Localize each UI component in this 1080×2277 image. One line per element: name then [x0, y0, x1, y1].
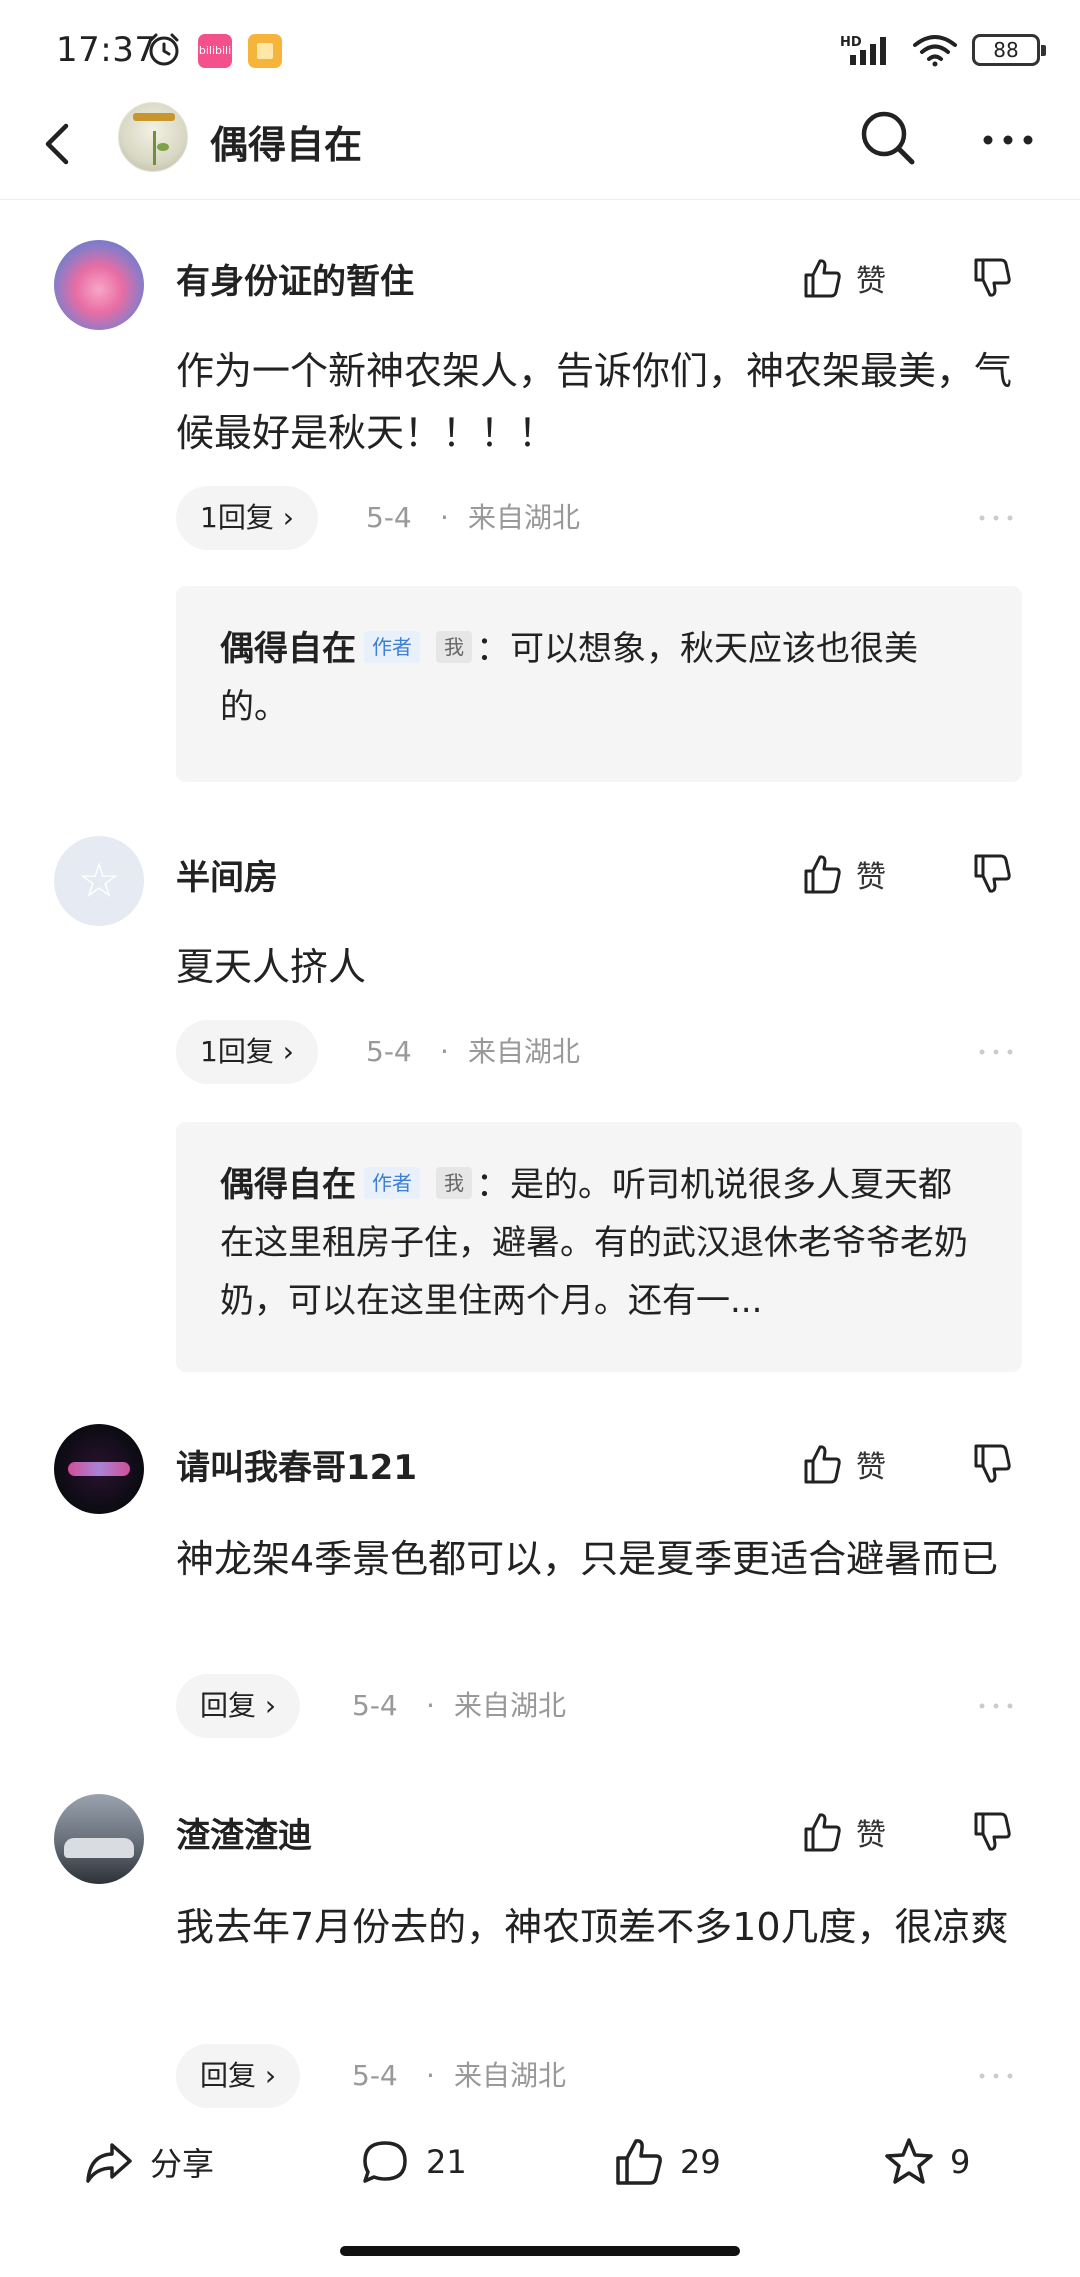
- battery-icon: 88: [972, 34, 1046, 66]
- thumbs-down-icon[interactable]: [970, 1810, 1014, 1854]
- meta-dot: ·: [426, 1689, 435, 1722]
- comment-button[interactable]: 21: [358, 2132, 467, 2192]
- bilibili-app-icon: bilibili: [198, 34, 232, 68]
- like-button[interactable]: 赞: [800, 846, 886, 902]
- comment-date: 5-4: [366, 1035, 412, 1068]
- like-button[interactable]: 赞: [800, 1804, 886, 1860]
- author-avatar[interactable]: [118, 102, 188, 172]
- reply-button[interactable]: 回复 ›: [176, 1674, 301, 1738]
- comment-username[interactable]: 渣渣渣迪: [176, 1808, 312, 1857]
- comment-text: 作为一个新神农架人，告诉你们，神农架最美，气候最好是秋天！！！！: [176, 349, 1013, 455]
- comment-username[interactable]: 有身份证的暂住: [176, 254, 414, 303]
- me-badge: 我: [436, 1167, 472, 1199]
- share-icon: [86, 2143, 132, 2183]
- reply-author[interactable]: 偶得自在: [220, 1165, 356, 1205]
- reply-count-label: 1回复: [200, 501, 274, 534]
- thumbs-up-icon: [804, 1445, 841, 1484]
- user-avatar[interactable]: [54, 240, 144, 330]
- comment-count: 21: [426, 2143, 467, 2181]
- like-post-button[interactable]: 29: [612, 2132, 721, 2192]
- chevron-left-icon[interactable]: [30, 114, 90, 174]
- author-name[interactable]: 偶得自在: [210, 114, 362, 169]
- comment-bubble-icon: [363, 2141, 407, 2183]
- comment-location: 来自湖北: [468, 1035, 581, 1068]
- status-bar: 17:37 bilibili HD 88: [0, 0, 1080, 92]
- more-dots-icon[interactable]: [978, 110, 1038, 170]
- comment-date: 5-4: [352, 2059, 398, 2092]
- comment-more-icon[interactable]: [976, 1020, 1016, 1084]
- comment-text: 我去年7月份去的，神农顶差不多10几度，很凉爽: [176, 1905, 1009, 1949]
- home-indicator[interactable]: [340, 2246, 740, 2256]
- reply-count-label: 1回复: [200, 1035, 274, 1068]
- comment-more-icon[interactable]: [976, 486, 1016, 550]
- thumbs-up-icon: [804, 1813, 841, 1852]
- user-avatar[interactable]: [54, 836, 144, 926]
- like-label: 赞: [856, 860, 886, 895]
- user-avatar[interactable]: [54, 1424, 144, 1514]
- comment-more-icon[interactable]: [976, 2044, 1016, 2108]
- alarm-clock-icon: [149, 33, 179, 66]
- reply-count-button[interactable]: 1回复 ›: [176, 486, 318, 550]
- like-label: 赞: [856, 264, 886, 299]
- meta-dot: ·: [426, 2059, 435, 2092]
- meta-dot: ·: [440, 501, 449, 534]
- reply-count-button[interactable]: 1回复 ›: [176, 1020, 318, 1084]
- reply-preview[interactable]: 偶得自在 作者我：可以想象，秋天应该也很美的。: [176, 586, 1022, 782]
- author-badge: 作者: [364, 1167, 420, 1199]
- me-badge: 我: [436, 631, 472, 663]
- battery-level: 88: [993, 38, 1019, 62]
- comment-location: 来自湖北: [468, 501, 581, 534]
- thumbs-down-icon[interactable]: [970, 852, 1014, 896]
- reply-button[interactable]: 回复 ›: [176, 2044, 301, 2108]
- like-button[interactable]: 赞: [800, 1436, 886, 1492]
- share-label: 分享: [150, 2145, 215, 2183]
- user-avatar[interactable]: [54, 1794, 144, 1884]
- thumbs-down-icon[interactable]: [970, 1442, 1014, 1486]
- reply-label: 回复: [200, 1689, 257, 1722]
- like-label: 赞: [856, 1450, 886, 1485]
- like-label: 赞: [856, 1818, 886, 1853]
- notes-app-icon: [248, 34, 282, 68]
- reply-preview[interactable]: 偶得自在 作者我：是的。听司机说很多人夏天都在这里租房子住，避暑。有的武汉退休老爷…: [176, 1122, 1022, 1372]
- share-button[interactable]: 分享: [82, 2132, 214, 2192]
- thumbs-up-icon: [804, 259, 841, 298]
- like-count: 29: [680, 2143, 721, 2181]
- comment-more-icon[interactable]: [976, 1674, 1016, 1738]
- comment-text: 夏天人挤人: [176, 945, 367, 989]
- comment-location: 来自湖北: [454, 2059, 567, 2092]
- top-nav-bar: 偶得自在: [0, 92, 1080, 200]
- comment-date: 5-4: [366, 501, 412, 534]
- bottom-action-bar: 分享 21 29 9: [0, 2118, 1080, 2208]
- status-right: HD 88: [840, 30, 1046, 70]
- reply-author[interactable]: 偶得自在: [220, 629, 356, 669]
- favorite-button[interactable]: 9: [882, 2132, 970, 2192]
- comment-text: 神龙架4季景色都可以，只是夏季更适合避暑而已: [176, 1537, 999, 1581]
- favorite-count: 9: [950, 2143, 971, 2181]
- meta-dot: ·: [440, 1035, 449, 1068]
- author-badge: 作者: [364, 631, 420, 663]
- signal-icon: HD: [840, 35, 886, 65]
- thumbs-up-icon: [804, 855, 841, 894]
- reply-label: 回复: [200, 2059, 257, 2092]
- comment-location: 来自湖北: [454, 1689, 567, 1722]
- star-icon: [885, 2138, 933, 2184]
- comment-date: 5-4: [352, 1689, 398, 1722]
- status-time: 17:37: [56, 30, 157, 70]
- wifi-icon: [913, 35, 957, 67]
- comment-username[interactable]: 半间房: [176, 850, 278, 899]
- thumbs-down-icon[interactable]: [970, 256, 1014, 300]
- thumbs-up-icon: [616, 2139, 662, 2185]
- comment-username[interactable]: 请叫我春哥121: [176, 1440, 417, 1489]
- like-button[interactable]: 赞: [800, 250, 886, 306]
- search-icon[interactable]: [856, 106, 920, 170]
- bilibili-app-label: bilibili: [198, 44, 232, 57]
- network-type-label: HD: [840, 35, 862, 50]
